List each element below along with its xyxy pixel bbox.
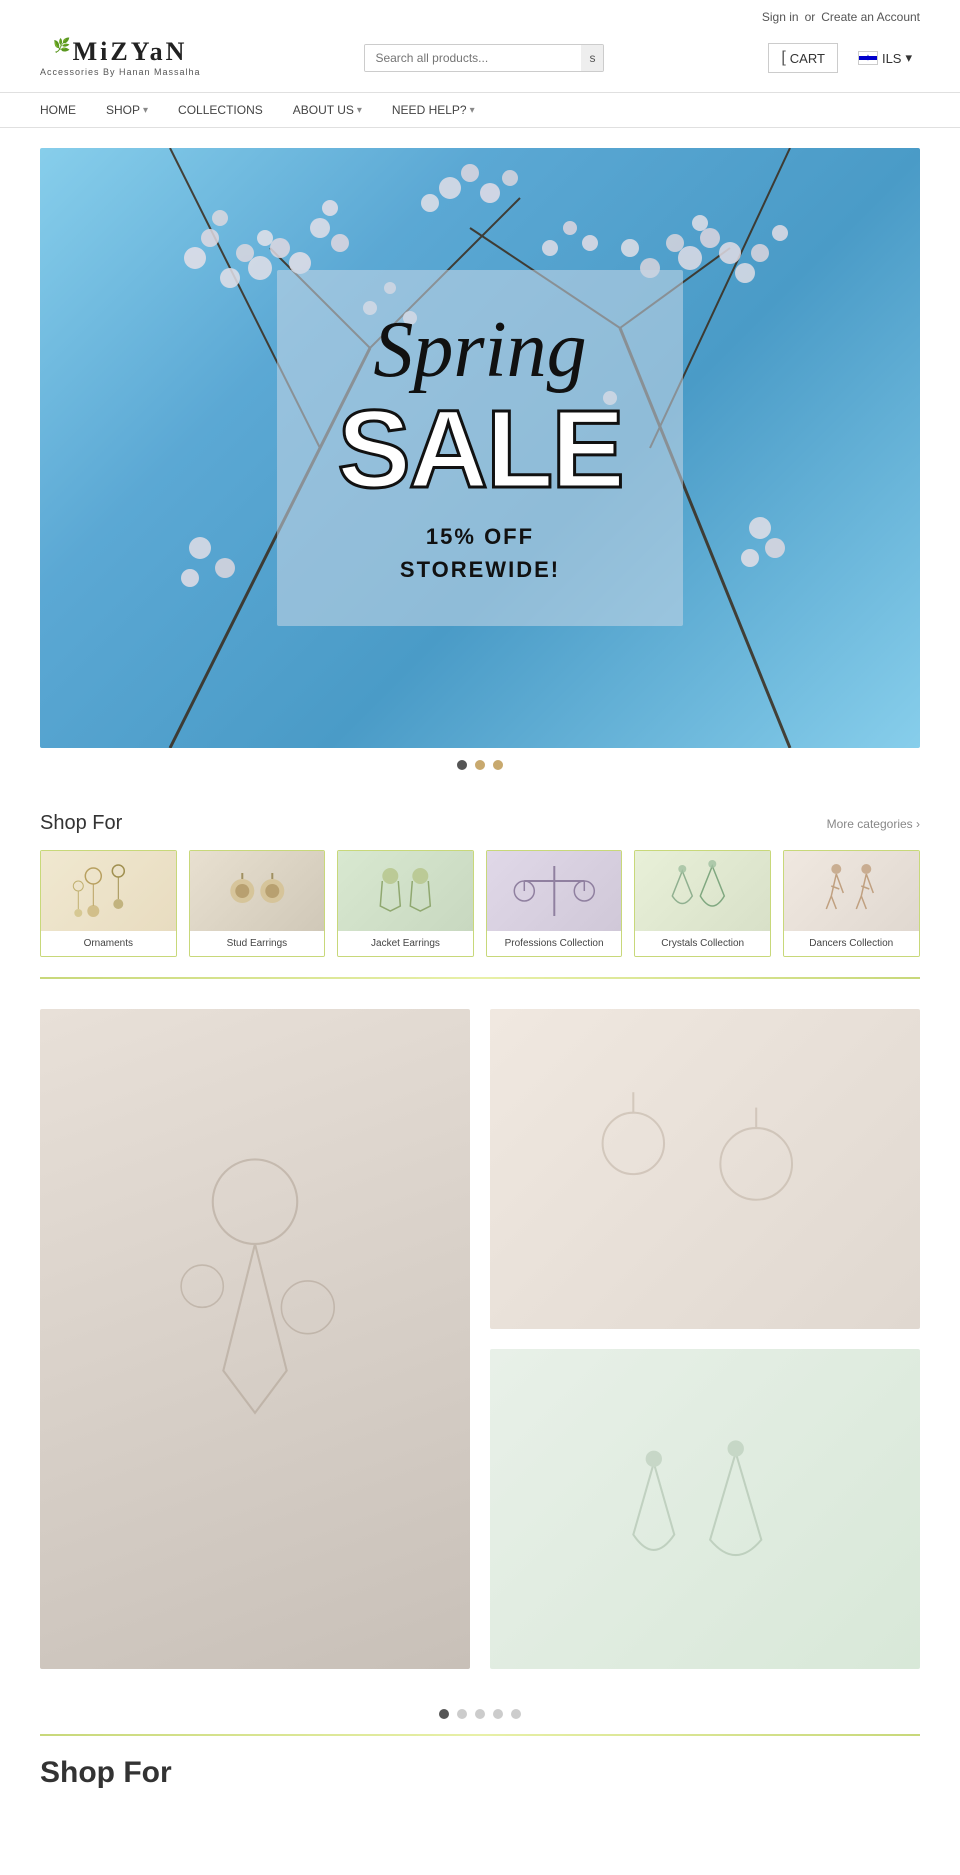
shop-for-section: Shop For More categories › Ornaments <box>0 792 960 967</box>
category-card-professions[interactable]: Professions Collection <box>486 850 623 957</box>
search-button[interactable]: s <box>581 45 603 71</box>
category-label-dancers: Dancers Collection <box>784 931 919 956</box>
shop-bottom-section: Shop For <box>0 1741 960 1795</box>
lang-label: ILS <box>882 51 902 66</box>
search-area: s <box>221 44 749 72</box>
nav-help-label: NEED HELP? <box>392 103 467 117</box>
search-wrapper: s <box>364 44 604 72</box>
logo-leaf-icon: 🌿 <box>53 37 70 54</box>
logo[interactable]: 🌿 MiZYaN Accessories By Hanan Massalha <box>40 39 201 77</box>
nav-item-about[interactable]: ABOUT US ▾ <box>293 103 362 117</box>
create-account-link[interactable]: Create an Account <box>821 10 920 24</box>
promo-bottom-right-image <box>533 1381 877 1637</box>
ornaments-icon <box>41 851 176 931</box>
carousel-dot-1[interactable] <box>457 760 467 770</box>
cart-button[interactable]: [ CART <box>768 43 838 73</box>
hero-sale-text: SALE <box>337 395 622 505</box>
category-label-jacket: Jacket Earrings <box>338 931 473 956</box>
category-label-stud: Stud Earrings <box>190 931 325 956</box>
header-main: 🌿 MiZYaN Accessories By Hanan Massalha s… <box>0 29 960 92</box>
cart-bracket: [ <box>781 49 785 67</box>
nav-collections-label: COLLECTIONS <box>178 103 263 117</box>
hero-banner: Spring SALE 15% OFF STOREWIDE! <box>40 148 920 748</box>
promo-top-right-image <box>533 1041 877 1297</box>
category-card-jacket[interactable]: Jacket Earrings <box>337 850 474 957</box>
nav-help-arrow-icon: ▾ <box>470 105 475 116</box>
promo-grid <box>40 1009 920 1669</box>
bottom-dot-3[interactable] <box>475 1709 485 1719</box>
promo-section <box>0 989 960 1689</box>
language-selector[interactable]: ILS ▾ <box>850 45 920 71</box>
category-card-dancers[interactable]: Dancers Collection <box>783 850 920 957</box>
hero-carousel-dots <box>40 748 920 782</box>
bottom-dot-2[interactable] <box>457 1709 467 1719</box>
sign-in-link[interactable]: Sign in <box>762 10 799 24</box>
category-img-ornaments <box>41 851 176 931</box>
category-card-crystals[interactable]: Crystals Collection <box>634 850 771 957</box>
header-actions: [ CART ILS ▾ <box>768 43 920 73</box>
category-label-ornaments: Ornaments <box>41 931 176 956</box>
nav-item-help[interactable]: NEED HELP? ▾ <box>392 103 475 117</box>
israel-flag-icon <box>858 51 878 65</box>
logo-area: 🌿 MiZYaN Accessories By Hanan Massalha <box>40 39 201 77</box>
shop-for-header: Shop For More categories › <box>40 812 920 835</box>
nav-shop-label: SHOP <box>106 103 140 117</box>
hero-spring-text: Spring <box>337 310 622 390</box>
promo-left-image <box>83 1075 427 1603</box>
or-separator: or <box>805 10 816 24</box>
logo-subtitle: Accessories By Hanan Massalha <box>40 67 201 77</box>
hero-content-box: Spring SALE 15% OFF STOREWIDE! <box>277 270 682 626</box>
header-top-bar: Sign in or Create an Account <box>0 0 960 29</box>
category-img-dancers <box>784 851 919 931</box>
bottom-carousel-dots <box>0 1689 960 1729</box>
category-img-stud <box>190 851 325 931</box>
category-card-stud[interactable]: Stud Earrings <box>189 850 326 957</box>
category-label-crystals: Crystals Collection <box>635 931 770 956</box>
promo-card-bottom-right[interactable] <box>490 1349 920 1669</box>
category-card-ornaments[interactable]: Ornaments <box>40 850 177 957</box>
jacket-earrings-icon <box>338 851 473 931</box>
promo-card-top-right[interactable] <box>490 1009 920 1329</box>
nav-item-shop[interactable]: SHOP ▾ <box>106 103 148 117</box>
professions-icon <box>487 851 622 931</box>
search-input[interactable] <box>365 45 581 71</box>
hero-discount-line2: STOREWIDE! <box>337 553 622 586</box>
nav-item-home[interactable]: HOME <box>40 103 76 117</box>
nav-about-label: ABOUT US <box>293 103 354 117</box>
category-img-crystals <box>635 851 770 931</box>
crystals-icon <box>635 851 770 931</box>
dancers-icon <box>784 851 919 931</box>
more-categories-link[interactable]: More categories › <box>827 817 920 831</box>
bottom-dot-4[interactable] <box>493 1709 503 1719</box>
carousel-dot-3[interactable] <box>493 760 503 770</box>
section-divider-2 <box>40 1734 920 1736</box>
categories-grid: Ornaments Stud Earrings <box>40 850 920 957</box>
nav-shop-arrow-icon: ▾ <box>143 105 148 116</box>
section-divider-1 <box>40 977 920 979</box>
promo-card-left[interactable] <box>40 1009 470 1669</box>
lang-arrow-icon: ▾ <box>905 50 912 66</box>
shop-bottom-title: Shop For <box>40 1756 920 1790</box>
shop-for-title: Shop For <box>40 812 122 835</box>
hero-discount-line1: 15% OFF <box>337 520 622 553</box>
bottom-dot-1[interactable] <box>439 1709 449 1719</box>
category-img-jacket <box>338 851 473 931</box>
logo-brand: MiZYaN <box>73 39 188 65</box>
category-img-professions <box>487 851 622 931</box>
hero-discount-text: 15% OFF STOREWIDE! <box>337 520 622 586</box>
stud-earrings-icon <box>190 851 325 931</box>
nav-home-label: HOME <box>40 103 76 117</box>
nav-about-arrow-icon: ▾ <box>357 105 362 116</box>
cart-label: CART <box>790 51 825 66</box>
bottom-dot-5[interactable] <box>511 1709 521 1719</box>
nav-item-collections[interactable]: COLLECTIONS <box>178 103 263 117</box>
category-label-professions: Professions Collection <box>487 931 622 956</box>
hero-section: Spring SALE 15% OFF STOREWIDE! <box>0 128 960 792</box>
carousel-dot-2[interactable] <box>475 760 485 770</box>
navigation-bar: HOME SHOP ▾ COLLECTIONS ABOUT US ▾ NEED … <box>0 92 960 128</box>
